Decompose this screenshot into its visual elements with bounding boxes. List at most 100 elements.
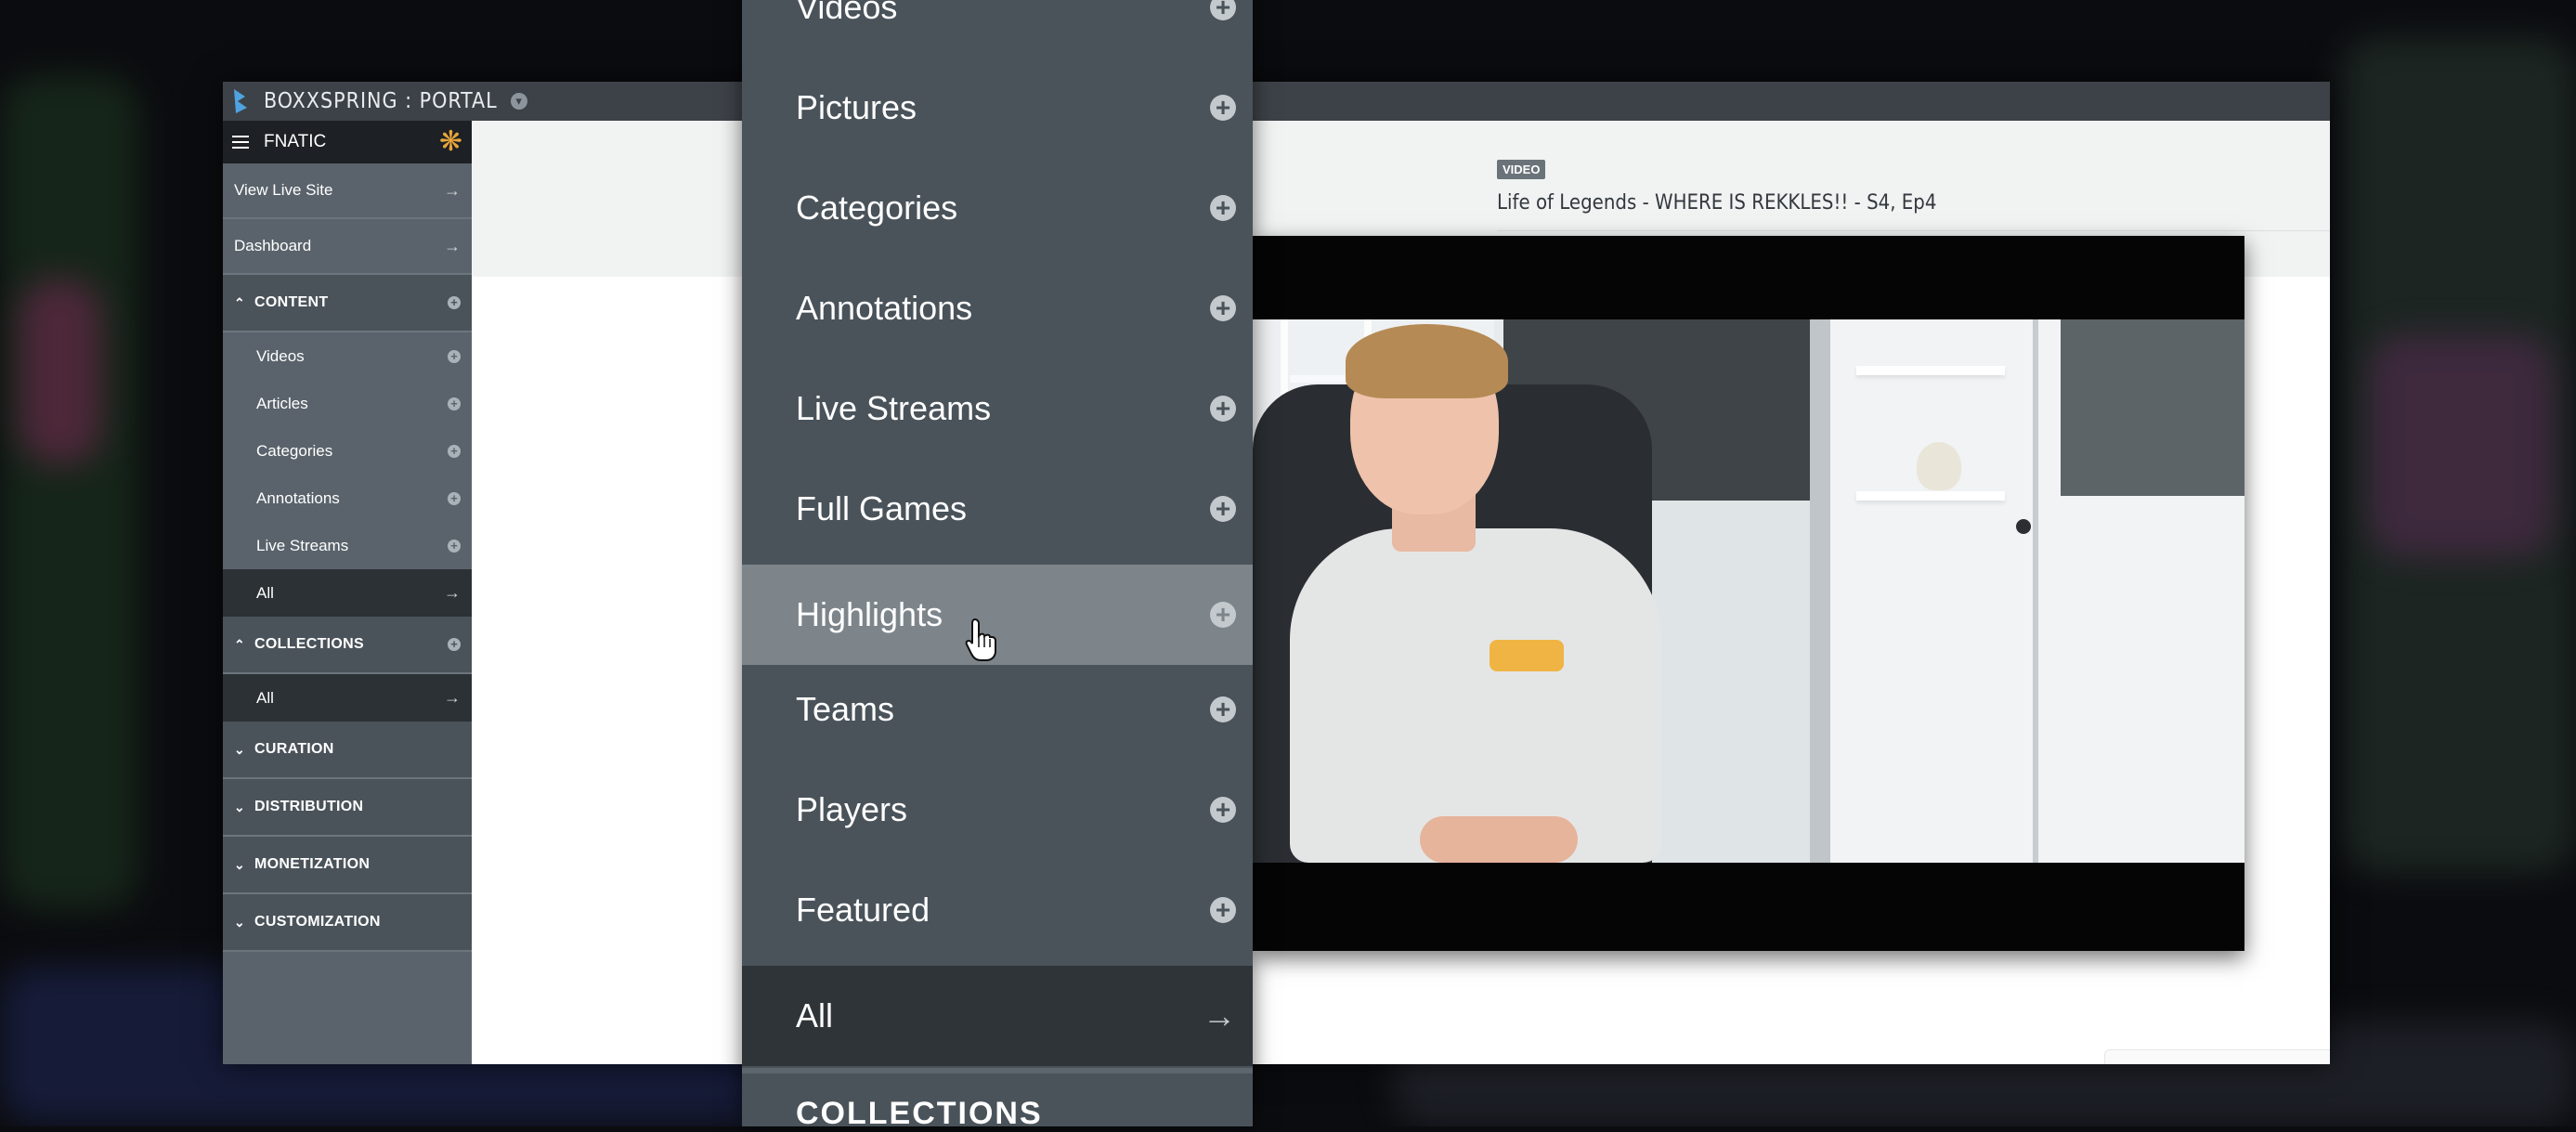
scene-shelf xyxy=(1856,491,2005,501)
scene-shirt-logo xyxy=(1490,640,1564,671)
sidebar-section-collections[interactable]: ⌃ COLLECTIONS + xyxy=(223,617,472,674)
sidebar-item-annotations[interactable]: Annotations + xyxy=(223,475,472,522)
chevron-down-icon: ⌄ xyxy=(234,741,245,757)
sidebar-link-label: Dashboard xyxy=(234,237,312,254)
bottom-tab[interactable] xyxy=(2104,1049,2330,1064)
title-bar: BOXXSPRING : PORTAL ▾ xyxy=(223,82,2330,121)
plus-circle-icon[interactable]: + xyxy=(1210,897,1236,923)
scene-knob xyxy=(2016,519,2031,534)
plus-circle-icon[interactable]: + xyxy=(448,444,461,458)
plus-circle-icon[interactable]: + xyxy=(1210,95,1236,121)
sidebar-section-customization[interactable]: ⌄ CUSTOMIZATION xyxy=(223,894,472,952)
chevron-up-icon: ⌃ xyxy=(234,294,245,310)
sidebar-section-curation[interactable]: ⌄ CURATION xyxy=(223,722,472,779)
sidebar-item-content-all[interactable]: All → xyxy=(223,569,472,617)
plus-circle-icon[interactable]: + xyxy=(448,638,461,651)
menu-item-featured[interactable]: Featured + xyxy=(742,860,1253,960)
scene-figurine xyxy=(1917,442,1961,490)
plus-circle-icon[interactable]: + xyxy=(1210,602,1236,628)
scene-shelf xyxy=(1856,366,2005,375)
sidebar-item-label: Live Streams xyxy=(256,536,349,554)
menu-item-label: Live Streams xyxy=(796,389,992,427)
arrow-right-icon: → xyxy=(444,688,461,707)
sidebar-section-title: COLLECTIONS xyxy=(254,636,364,652)
arrow-right-icon: → xyxy=(444,583,461,602)
menu-section-title-cutoff: COLLECTIONS xyxy=(796,1096,1043,1131)
plus-circle-icon[interactable]: + xyxy=(1210,797,1236,823)
video-player[interactable] xyxy=(1253,236,2244,951)
chevron-down-icon: ⌄ xyxy=(234,799,245,814)
sidebar-item-label: All xyxy=(256,583,274,602)
scene-cabinet-edge xyxy=(2033,319,2038,863)
plus-circle-icon[interactable]: + xyxy=(448,349,461,363)
plus-circle-icon[interactable]: + xyxy=(448,296,461,309)
sidebar-link-label: View Live Site xyxy=(234,181,333,199)
scene-window xyxy=(2061,319,2244,496)
arrow-right-icon: → xyxy=(1203,996,1236,1034)
divider xyxy=(1497,230,2330,231)
sidebar-link-dashboard[interactable]: Dashboard → xyxy=(223,219,472,275)
bg-blob xyxy=(0,74,139,910)
boxxspring-logo-icon xyxy=(234,89,247,113)
bg-blob xyxy=(2368,334,2554,557)
menu-item-full-games[interactable]: Full Games + xyxy=(742,459,1253,559)
menu-item-label: All xyxy=(796,996,834,1034)
sidebar-section-monetization[interactable]: ⌄ MONETIZATION xyxy=(223,837,472,894)
sidebar-section-title: MONETIZATION xyxy=(254,856,371,872)
menu-item-all[interactable]: All → xyxy=(742,966,1253,1066)
menu-item-annotations[interactable]: Annotations + xyxy=(742,258,1253,358)
sidebar-item-live-streams[interactable]: Live Streams + xyxy=(223,522,472,569)
menu-item-videos[interactable]: Videos + xyxy=(742,0,1253,58)
sidebar-item-label: Articles xyxy=(256,394,308,412)
sidebar-section-title: CUSTOMIZATION xyxy=(254,914,381,930)
plus-circle-icon[interactable]: + xyxy=(1210,195,1236,221)
chevron-up-icon: ⌃ xyxy=(234,636,245,652)
menu-item-label: Pictures xyxy=(796,88,917,126)
plus-circle-icon[interactable]: + xyxy=(1210,696,1236,722)
menu-item-teams[interactable]: Teams + xyxy=(742,659,1253,760)
sidebar-item-articles[interactable]: Articles + xyxy=(223,380,472,427)
sidebar-item-videos[interactable]: Videos + xyxy=(223,332,472,380)
menu-item-players[interactable]: Players + xyxy=(742,760,1253,860)
sidebar-section-content[interactable]: ⌃ CONTENT + xyxy=(223,275,472,332)
menu-item-label: Featured xyxy=(796,891,930,929)
sidebar-item-categories[interactable]: Categories + xyxy=(223,427,472,475)
sidebar-item-label: Annotations xyxy=(256,488,340,507)
plus-circle-icon[interactable]: + xyxy=(448,397,461,410)
plus-circle-icon[interactable]: + xyxy=(1210,496,1236,522)
plus-circle-icon[interactable]: + xyxy=(448,491,461,505)
menu-item-label: Highlights xyxy=(796,595,943,633)
sidebar-section-title: CURATION xyxy=(254,741,334,757)
bg-blob xyxy=(19,279,102,464)
org-name: FNATIC xyxy=(264,132,327,151)
plus-circle-icon[interactable]: + xyxy=(1210,396,1236,422)
plus-circle-icon[interactable]: + xyxy=(448,539,461,553)
chevron-down-icon: ⌄ xyxy=(234,856,245,872)
hamburger-menu-icon[interactable] xyxy=(232,136,249,149)
plus-circle-icon[interactable]: + xyxy=(1210,295,1236,321)
sidebar-item-collections-all[interactable]: All → xyxy=(223,674,472,722)
menu-item-pictures[interactable]: Pictures + xyxy=(742,58,1253,158)
video-title: Life of Legends - WHERE IS REKKLES!! - S… xyxy=(1497,191,1937,215)
fnatic-logo-icon: ❋ xyxy=(438,126,462,157)
hand-pointer-icon xyxy=(965,618,996,661)
chevron-down-icon: ⌄ xyxy=(234,914,245,930)
sidebar-item-label: Categories xyxy=(256,441,333,460)
menu-item-categories[interactable]: Categories + xyxy=(742,158,1253,258)
menu-item-label: Players xyxy=(796,790,908,828)
sidebar-section-title: CONTENT xyxy=(254,294,329,310)
video-frame xyxy=(1253,319,2244,863)
plus-circle-icon[interactable]: + xyxy=(1210,0,1236,20)
content-type-badge: VIDEO xyxy=(1497,160,1546,179)
scene-person-hair xyxy=(1346,324,1508,398)
org-bar: FNATIC ❋ xyxy=(223,121,472,163)
arrow-right-icon: → xyxy=(444,180,461,200)
scene-hands xyxy=(1420,816,1578,863)
divider xyxy=(742,1068,1253,1073)
menu-item-live-streams[interactable]: Live Streams + xyxy=(742,358,1253,459)
sidebar-section-distribution[interactable]: ⌄ DISTRIBUTION xyxy=(223,779,472,837)
content-type-menu: Videos + Pictures + Categories + Annotat… xyxy=(742,0,1253,1131)
sidebar-item-label: All xyxy=(256,688,274,707)
portal-switcher-chevron-icon[interactable]: ▾ xyxy=(510,93,527,110)
sidebar-link-view-live-site[interactable]: View Live Site → xyxy=(223,163,472,219)
